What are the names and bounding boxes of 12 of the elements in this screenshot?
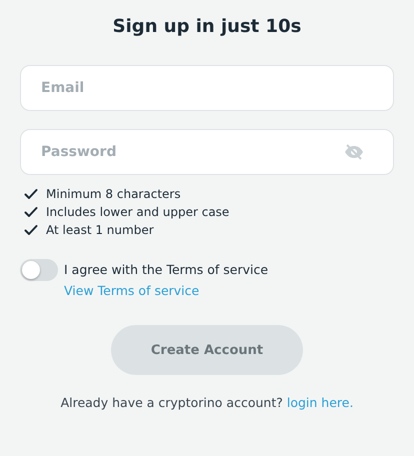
eye-off-icon[interactable] bbox=[344, 144, 364, 160]
login-prompt: Already have a cryptorino account? login here. bbox=[60, 395, 354, 410]
terms-toggle[interactable] bbox=[20, 259, 58, 281]
email-field[interactable]: Email bbox=[20, 65, 394, 111]
login-link[interactable]: login here. bbox=[286, 395, 354, 410]
form-title: Sign up in just 10s bbox=[112, 16, 302, 37]
password-field[interactable]: Password bbox=[20, 129, 394, 175]
terms-link[interactable]: View Terms of service bbox=[64, 283, 200, 298]
terms-text: I agree with the Terms of service View Terms of service bbox=[64, 261, 270, 300]
requirement-text: Includes lower and upper case bbox=[46, 205, 230, 219]
requirement-text: At least 1 number bbox=[46, 223, 154, 237]
requirement-text: Minimum 8 characters bbox=[46, 187, 181, 201]
